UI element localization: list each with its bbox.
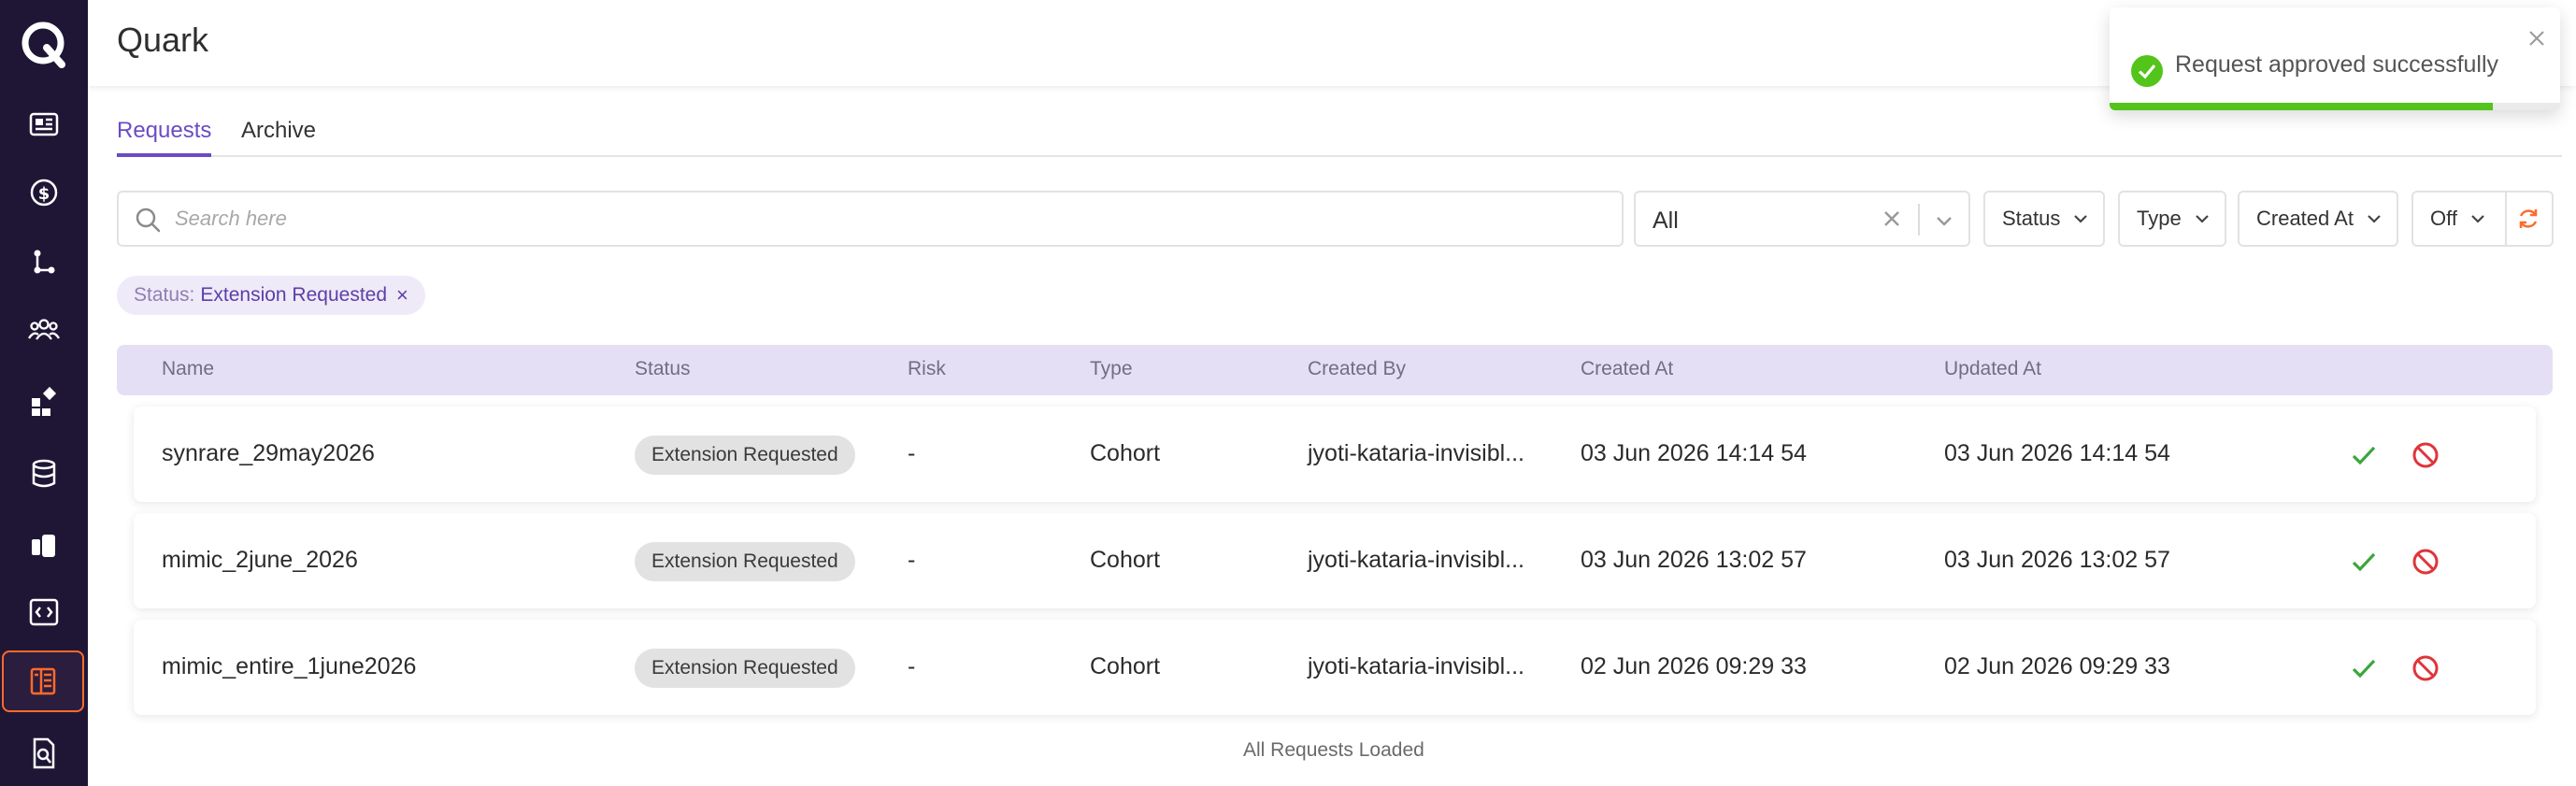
chip-value: Extension Requested	[200, 284, 388, 306]
row-name: synrare_29may2026	[162, 440, 375, 466]
row-updated-at: 03 Jun 2026 13:02 57	[1944, 547, 2170, 573]
cards-icon	[32, 535, 55, 557]
row-updated-at: 03 Jun 2026 14:14 54	[1944, 440, 2170, 466]
refresh-button[interactable]	[2505, 191, 2554, 247]
table-header: Name Status Risk Type Created By Created…	[117, 345, 2553, 395]
reject-block-icon[interactable]	[2411, 547, 2440, 577]
row-risk: -	[908, 547, 916, 573]
tab-requests[interactable]: Requests	[117, 118, 212, 157]
sidebar-item-users[interactable]	[0, 299, 88, 361]
column-header-type: Type	[1090, 358, 1133, 379]
sidebar-item-apps[interactable]	[0, 372, 88, 434]
success-check-icon	[2131, 55, 2163, 87]
row-created-by: jyoti-kataria-invisibl...	[1308, 440, 1525, 466]
widgets-icon	[32, 386, 57, 416]
page-title: Quark	[117, 21, 209, 59]
row-risk: -	[908, 653, 916, 679]
file-search-icon	[33, 737, 55, 769]
sidebar-item-workflows[interactable]	[0, 231, 88, 293]
close-icon[interactable]	[2526, 28, 2547, 49]
sidebar-item-billing[interactable]: $	[0, 162, 88, 223]
svg-text:$: $	[38, 184, 50, 204]
chevron-down-icon	[2471, 215, 2484, 223]
chip-key: Status:	[134, 284, 195, 306]
auto-refresh-label: Off	[2430, 207, 2457, 230]
chevron-down-icon	[2195, 215, 2209, 223]
created-at-filter-label: Created At	[2256, 207, 2354, 230]
row-created-by: jyoti-kataria-invisibl...	[1308, 653, 1525, 679]
auto-refresh-dropdown[interactable]: Off	[2411, 191, 2507, 247]
row-name: mimic_2june_2026	[162, 547, 358, 573]
toast-progress-track	[2110, 103, 2560, 110]
database-icon	[32, 459, 56, 488]
status-filter-label: Status	[2002, 207, 2061, 230]
tab-archive[interactable]: Archive	[241, 118, 316, 157]
column-header-risk: Risk	[908, 358, 946, 379]
sidebar-item-database[interactable]	[0, 443, 88, 505]
column-header-created-at: Created At	[1581, 358, 1674, 379]
users-icon	[28, 319, 60, 340]
column-header-name: Name	[162, 358, 215, 379]
scope-select-value: All	[1653, 207, 1679, 234]
requests-icon	[30, 667, 56, 695]
select-divider	[1918, 204, 1920, 236]
search-input[interactable]	[175, 202, 1596, 236]
status-badge: Extension Requested	[635, 542, 855, 581]
sidebar-item-file-search[interactable]	[0, 722, 88, 784]
reject-block-icon[interactable]	[2411, 653, 2440, 683]
dollar-icon: $	[30, 179, 58, 207]
row-type: Cohort	[1090, 653, 1161, 679]
sidebar-item-code[interactable]	[0, 581, 88, 643]
row-name: mimic_entire_1june2026	[162, 653, 417, 679]
row-created-at: 02 Jun 2026 09:29 33	[1581, 653, 1807, 679]
table-row[interactable]: synrare_29may2026 Extension Requested - …	[134, 407, 2536, 502]
chevron-down-icon[interactable]	[1933, 209, 1955, 232]
chevron-down-icon	[2074, 215, 2088, 223]
tab-bar: Requests Archive	[117, 118, 2562, 157]
row-created-at: 03 Jun 2026 13:02 57	[1581, 547, 1807, 573]
toast-message: Request approved successfully	[2175, 51, 2499, 78]
reject-block-icon[interactable]	[2411, 440, 2440, 470]
search-box	[117, 191, 1624, 247]
workflow-icon	[34, 250, 55, 274]
sidebar-item-dashboard[interactable]	[0, 93, 88, 155]
type-filter-dropdown[interactable]: Type	[2118, 191, 2226, 247]
table-row[interactable]: mimic_2june_2026 Extension Requested - C…	[134, 513, 2536, 608]
app-root: $ Quark Requests Archive Search here All…	[0, 0, 2576, 786]
type-filter-label: Type	[2137, 207, 2182, 230]
row-updated-at: 02 Jun 2026 09:29 33	[1944, 653, 2170, 679]
status-badge: Extension Requested	[635, 649, 855, 688]
created-at-filter-dropdown[interactable]: Created At	[2238, 191, 2398, 247]
status-filter-dropdown[interactable]: Status	[1983, 191, 2105, 247]
list-end-message: All Requests Loaded	[1243, 739, 1424, 761]
row-created-at: 03 Jun 2026 14:14 54	[1581, 440, 1807, 466]
approve-check-icon[interactable]	[2349, 653, 2379, 683]
row-type: Cohort	[1090, 547, 1161, 573]
row-created-by: jyoti-kataria-invisibl...	[1308, 547, 1525, 573]
clear-icon[interactable]	[1881, 207, 1903, 230]
refresh-icon	[2519, 209, 2538, 228]
row-type: Cohort	[1090, 440, 1161, 466]
column-header-created-by: Created By	[1308, 358, 1407, 379]
sidebar: $	[0, 0, 88, 786]
table-row[interactable]: mimic_entire_1june2026 Extension Request…	[134, 620, 2536, 715]
approve-check-icon[interactable]	[2349, 440, 2379, 470]
row-risk: -	[908, 440, 916, 466]
approve-check-icon[interactable]	[2349, 547, 2379, 577]
column-header-status: Status	[635, 358, 691, 379]
chip-remove-icon[interactable]: ×	[396, 283, 408, 307]
quark-logo-icon[interactable]	[19, 19, 69, 69]
search-icon	[136, 207, 161, 233]
sidebar-item-cards[interactable]	[0, 515, 88, 577]
scope-select[interactable]: All	[1634, 191, 1970, 247]
success-toast: Request approved successfully	[2110, 7, 2560, 110]
sidebar-item-requests[interactable]	[2, 650, 84, 712]
toast-progress-bar	[2110, 103, 2493, 110]
column-header-updated-at: Updated At	[1944, 358, 2041, 379]
active-filter-chip: Status: Extension Requested ×	[117, 276, 425, 315]
code-icon	[29, 598, 59, 626]
chevron-down-icon	[2368, 215, 2381, 223]
status-badge: Extension Requested	[635, 436, 855, 475]
dashboard-icon	[29, 112, 59, 136]
